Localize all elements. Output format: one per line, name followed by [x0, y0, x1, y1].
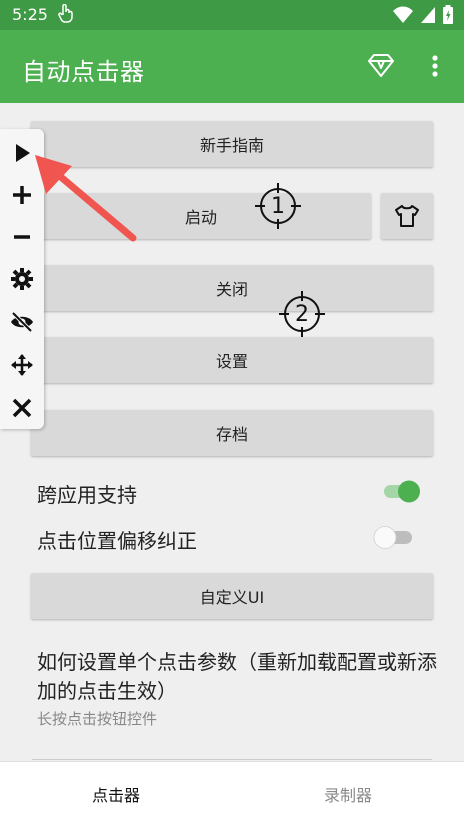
move-icon[interactable]: [10, 353, 34, 377]
offset-fix-switch[interactable]: [372, 524, 412, 550]
skin-button[interactable]: [381, 193, 433, 239]
custom-ui-button[interactable]: 自定义UI: [31, 573, 433, 619]
diamond-icon[interactable]: [366, 52, 396, 80]
status-icons: [392, 5, 454, 25]
bottom-nav: 点击器 录制器: [0, 761, 464, 826]
offset-fix-label: 点击位置偏移纠正: [37, 529, 197, 553]
help-subtitle: 长按点击按钮控件: [37, 710, 158, 728]
signal-icon: [421, 7, 435, 23]
tab-clicker[interactable]: 点击器: [0, 762, 232, 826]
settings-button[interactable]: 设置: [31, 337, 433, 383]
more-vert-icon[interactable]: [426, 52, 444, 80]
tshirt-icon: [395, 205, 419, 227]
wifi-icon: [393, 6, 413, 23]
archive-button[interactable]: 存档: [31, 410, 433, 456]
divider: [32, 759, 432, 760]
tab-recorder[interactable]: 录制器: [232, 762, 464, 826]
battery-icon: [443, 5, 453, 24]
close-icon[interactable]: [10, 396, 34, 420]
status-time: 5:25: [12, 5, 48, 24]
click-target-number: 1: [271, 193, 285, 219]
gear-icon[interactable]: [10, 267, 34, 291]
help-title: 如何设置单个点击参数（重新加载配置或新添加的点击生效）: [37, 650, 437, 703]
click-target-number: 2: [295, 301, 309, 327]
tutorial-arrow: [35, 155, 137, 242]
status-bar: 5:25: [0, 0, 464, 30]
close-button[interactable]: 关闭: [31, 265, 433, 311]
click-target-1[interactable]: 1: [253, 181, 303, 231]
eye-off-icon[interactable]: [10, 310, 34, 334]
cross-app-label: 跨应用支持: [37, 483, 137, 507]
touch-hand-icon: [58, 4, 73, 23]
app-bar: 自动点击器: [0, 30, 464, 103]
cross-app-switch[interactable]: [382, 478, 422, 504]
click-target-2[interactable]: 2: [277, 289, 327, 339]
app-title: 自动点击器: [22, 58, 145, 86]
